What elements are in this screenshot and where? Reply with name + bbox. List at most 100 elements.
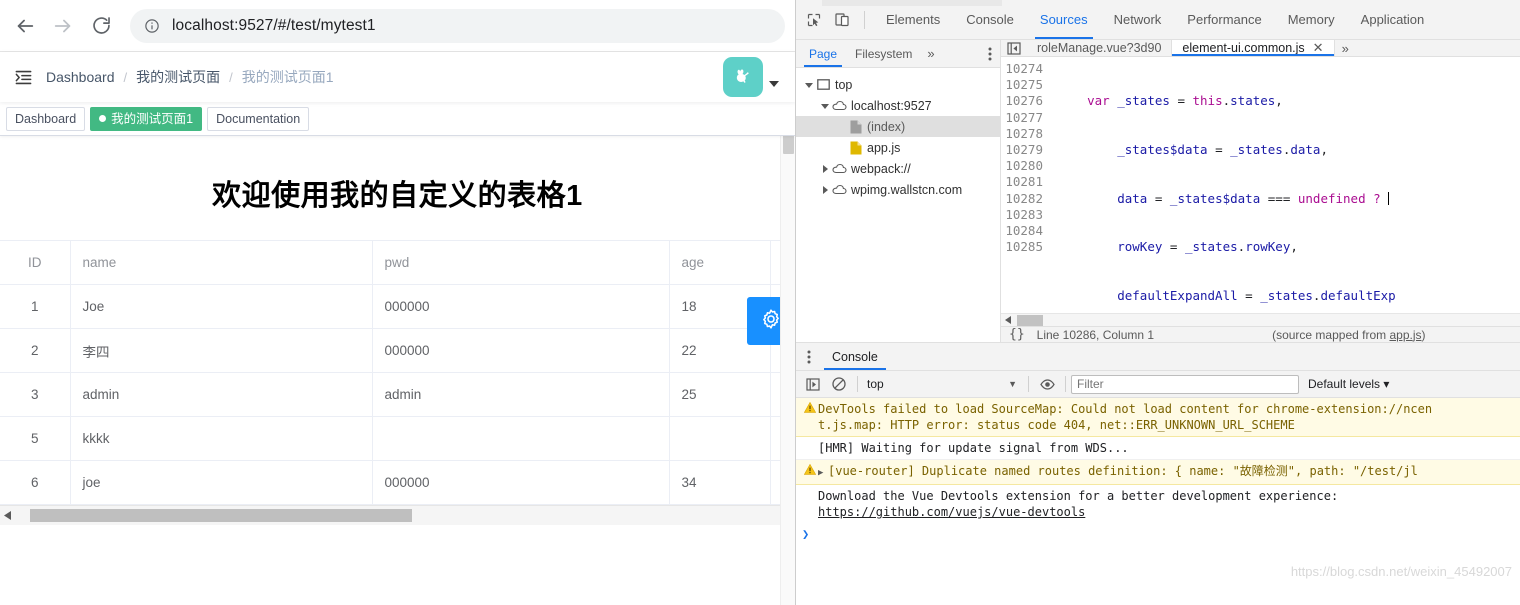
console-context-selector[interactable]: top ▼ [863, 377, 1023, 391]
cell-name: Joe [70, 284, 373, 329]
column-header-id[interactable]: ID [0, 240, 71, 285]
browser-window: localhost:9527/#/test/mytest1 Dashboard … [0, 0, 795, 605]
source-map-link[interactable]: app.js [1389, 328, 1421, 342]
tab-memory[interactable]: Memory [1275, 0, 1348, 39]
line-number: 10275 [1005, 77, 1043, 93]
code-viewer[interactable]: 10274 10275 10276 10277 10278 10279 1028… [1001, 57, 1520, 326]
tag-documentation[interactable]: Documentation [207, 106, 310, 131]
tag-dashboard[interactable]: Dashboard [6, 106, 86, 131]
console-drawer: Console top ▼ Filter Default levels ▾ De… [796, 343, 1520, 585]
console-message-info[interactable]: Download the Vue Devtools extension for … [796, 485, 1520, 523]
chevron-double-right-icon[interactable]: » [1335, 41, 1356, 56]
breadcrumb-item-parent[interactable]: 我的测试页面 [136, 67, 220, 87]
tree-node-appjs[interactable]: app.js [796, 137, 1000, 158]
clear-console-icon[interactable] [826, 373, 852, 395]
inspect-element-icon[interactable] [800, 6, 828, 34]
devtools-panel: Elements Console Sources Network Perform… [795, 0, 1520, 605]
live-expression-eye-icon[interactable] [1034, 373, 1060, 395]
console-message-text: Download the Vue Devtools extension for … [818, 488, 1516, 520]
tree-node-webpack[interactable]: webpack:// [796, 158, 1000, 179]
console-log-levels-dropdown[interactable]: Default levels ▾ [1308, 377, 1389, 391]
column-header-pwd[interactable]: pwd [372, 240, 670, 285]
toolbar-divider [857, 376, 858, 392]
reload-icon[interactable] [82, 7, 120, 45]
tree-node-label: localhost:9527 [851, 98, 932, 113]
close-x-icon[interactable]: ✕ [1313, 40, 1324, 56]
console-message-warning[interactable]: DevTools failed to load SourceMap: Could… [796, 398, 1520, 437]
tab-network[interactable]: Network [1101, 0, 1175, 39]
toolbar-divider [864, 10, 865, 29]
table-row[interactable]: 6 joe 000000 34 [0, 460, 795, 505]
column-header-age[interactable]: age [669, 240, 771, 285]
column-header-name[interactable]: name [70, 240, 373, 285]
console-message-link[interactable]: https://github.com/vuejs/vue-devtools [818, 505, 1085, 519]
tree-node-index[interactable]: (index) [796, 116, 1000, 137]
url-text: localhost:9527/#/test/mytest1 [172, 16, 376, 34]
scrollbar-thumb[interactable] [30, 509, 412, 522]
back-arrow-icon[interactable] [6, 7, 44, 45]
editor-tab-rolemanage[interactable]: roleManage.vue?3d90 [1027, 40, 1173, 56]
address-bar[interactable]: localhost:9527/#/test/mytest1 [130, 8, 785, 43]
tree-node-label: wpimg.wallstcn.com [851, 182, 963, 197]
table-row[interactable]: 5 kkkk [0, 416, 795, 461]
more-vertical-icon[interactable] [796, 350, 822, 364]
twisty-closed-icon[interactable] [818, 164, 831, 173]
frame-icon [815, 79, 832, 90]
console-message-warning[interactable]: ▶ [vue-router] Duplicate named routes de… [796, 460, 1520, 485]
expand-triangle-icon[interactable]: ▶ [818, 463, 828, 481]
breadcrumb-item-dashboard[interactable]: Dashboard [46, 69, 115, 85]
navigator-tab-page[interactable]: Page [800, 40, 846, 67]
forward-arrow-icon[interactable] [44, 7, 82, 45]
more-vertical-icon[interactable] [980, 47, 1000, 61]
tag-mytest1[interactable]: 我的测试页面1 [90, 106, 203, 131]
twisty-open-icon[interactable] [802, 81, 815, 89]
context-label: top [867, 377, 884, 391]
code-horizontal-scrollbar[interactable] [1001, 313, 1520, 326]
tab-performance[interactable]: Performance [1174, 0, 1274, 39]
tab-application[interactable]: Application [1348, 0, 1438, 39]
show-console-sidebar-icon[interactable] [800, 373, 826, 395]
tag-label: Documentation [216, 111, 301, 126]
twisty-open-icon[interactable] [818, 102, 831, 110]
scrollbar-track[interactable] [16, 509, 779, 522]
page-vertical-scrollbar[interactable] [780, 84, 795, 605]
tree-node-wpimg[interactable]: wpimg.wallstcn.com [796, 179, 1000, 200]
tag-label: 我的测试页面1 [111, 111, 194, 126]
warning-triangle-icon [802, 463, 818, 481]
line-number: 10278 [1005, 125, 1043, 141]
info-circle-icon[interactable] [144, 18, 160, 34]
navigator-tab-filesystem[interactable]: Filesystem [846, 40, 921, 67]
cell-id: 5 [0, 416, 71, 461]
code-line: var _states = this.states, [1087, 93, 1283, 109]
header-right [723, 57, 785, 97]
console-message-info[interactable]: [HMR] Waiting for update signal from WDS… [796, 437, 1520, 460]
scroll-left-arrow-icon[interactable] [0, 511, 16, 520]
editor-tab-elementui[interactable]: element-ui.common.js ✕ [1172, 40, 1335, 56]
caret-down-icon[interactable] [769, 81, 779, 87]
chevron-double-right-icon[interactable]: » [921, 46, 940, 61]
scroll-left-arrow-icon[interactable] [1001, 316, 1015, 324]
panel-back-icon[interactable] [1001, 41, 1027, 55]
code-text[interactable]: var _states = this.states, _states$data … [1049, 57, 1520, 326]
table-row[interactable]: 1 Joe 000000 18 [0, 284, 795, 329]
scrollbar-thumb[interactable] [1017, 314, 1043, 326]
pretty-print-braces[interactable]: {} [1009, 327, 1037, 342]
table-row[interactable]: 2 李四 000000 22 [0, 328, 795, 373]
sources-navigator: Page Filesystem » top localhost:9527 (in… [796, 40, 1001, 342]
console-prompt[interactable]: ❯ [796, 523, 1520, 545]
table-horizontal-scrollbar[interactable] [0, 505, 795, 525]
user-avatar-icon[interactable] [723, 57, 763, 97]
device-toolbar-icon[interactable] [828, 6, 856, 34]
tree-node-localhost[interactable]: localhost:9527 [796, 95, 1000, 116]
tree-node-top[interactable]: top [796, 74, 1000, 95]
table-body: 1 Joe 000000 18 2 李四 000000 22 3 admin a… [0, 284, 795, 505]
watermark: https://blog.csdn.net/weixin_45492007 [1290, 564, 1512, 579]
twisty-closed-icon[interactable] [818, 185, 831, 194]
table-row[interactable]: 3 admin admin 25 [0, 372, 795, 417]
console-filter-input[interactable] [1071, 374, 1299, 394]
drawer-tab-console[interactable]: Console [822, 343, 888, 370]
console-toolbar: top ▼ Default levels ▾ [796, 371, 1520, 398]
tab-sources[interactable]: Sources [1027, 0, 1101, 39]
hamburger-icon[interactable] [6, 60, 40, 94]
line-number: 10283 [1005, 206, 1043, 222]
